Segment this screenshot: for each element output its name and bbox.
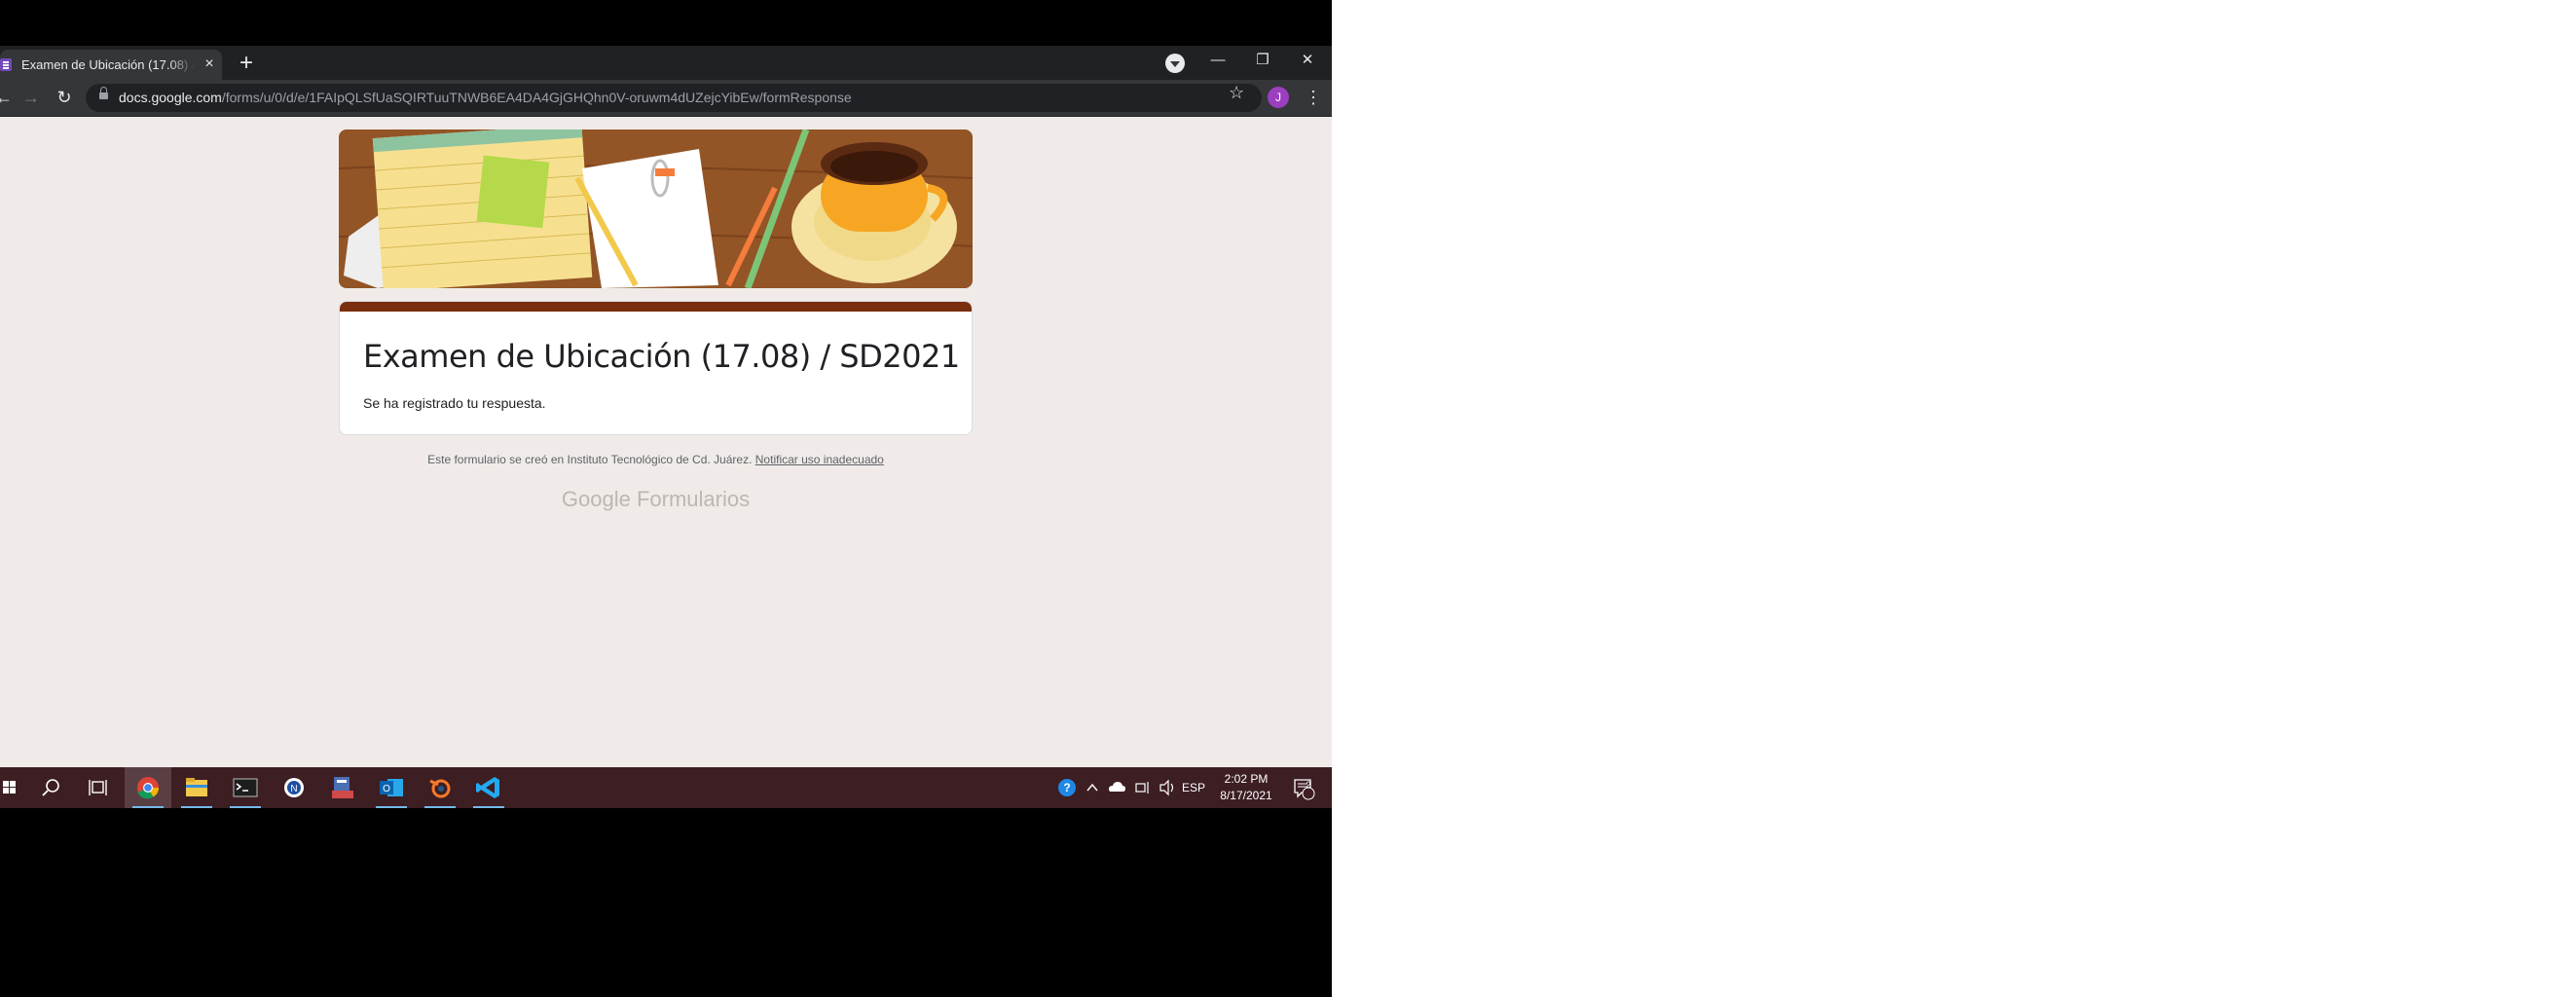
- tab-close-icon[interactable]: ×: [201, 55, 218, 73]
- brand-google: Google: [561, 487, 631, 511]
- back-button[interactable]: ←: [0, 86, 16, 109]
- vscode-icon[interactable]: [465, 767, 512, 808]
- google-forms-favicon-icon: [0, 58, 12, 71]
- notification-center-icon[interactable]: 2: [1289, 767, 1316, 808]
- url-path: /forms/u/0/d/e/1FAIpQLSfUaSQIRTuuTNWB6EA…: [221, 90, 852, 105]
- app-icon[interactable]: N: [271, 767, 317, 808]
- brand-product: Formularios: [636, 487, 751, 511]
- notification-count-badge: 2: [1306, 780, 1311, 790]
- lock-icon[interactable]: [99, 87, 108, 99]
- task-view-icon[interactable]: [74, 767, 121, 808]
- browser-toolbar: ← → ↻ docs.google.com/forms/u/0/d/e/1FAI…: [0, 80, 1332, 117]
- search-icon[interactable]: [27, 767, 74, 808]
- form-title: Examen de Ubicación (17.08) / SD2021: [363, 338, 960, 375]
- input-language-indicator[interactable]: ESP: [1180, 767, 1207, 808]
- url-host: docs.google.com: [119, 90, 222, 105]
- profile-avatar[interactable]: J: [1268, 87, 1289, 108]
- open-indicator: [424, 806, 456, 808]
- show-hidden-icons-chevron-icon[interactable]: [1083, 767, 1102, 808]
- google-forms-logo: Google Formularios: [339, 487, 973, 512]
- form-header-image: [339, 129, 973, 288]
- browser-tab-active[interactable]: Examen de Ubicación (17.08) / SD2021 ×: [0, 50, 222, 80]
- clock-time: 2:02 PM: [1224, 772, 1269, 786]
- svg-text:O: O: [383, 784, 390, 794]
- form-footer: Este formulario se creó en Instituto Tec…: [339, 453, 973, 466]
- document-scanner-icon[interactable]: [319, 767, 366, 808]
- blender-icon[interactable]: [417, 767, 463, 808]
- new-tab-button[interactable]: +: [234, 52, 259, 77]
- terminal-icon[interactable]: [222, 767, 269, 808]
- windows-taskbar: N O ? ESP 2:02 PM 8/17/2021 2: [0, 767, 1332, 808]
- desktop: Examen de Ubicación (17.08) / SD2021 × +…: [0, 0, 1332, 997]
- open-indicator: [376, 806, 407, 808]
- desk-illustration: [339, 129, 973, 288]
- bookmark-star-icon[interactable]: ☆: [1229, 83, 1244, 103]
- reload-button[interactable]: ↻: [53, 86, 76, 109]
- tab-title: Examen de Ubicación (17.08) / SD2021: [21, 57, 195, 72]
- active-indicator: [132, 806, 164, 808]
- svg-text:N: N: [290, 784, 297, 794]
- card-accent-bar: [340, 302, 972, 312]
- forward-button[interactable]: →: [19, 86, 43, 109]
- report-abuse-link[interactable]: Notificar uso inadecuado: [755, 453, 884, 466]
- address-bar[interactable]: docs.google.com/forms/u/0/d/e/1FAIpQLSfU…: [86, 84, 1262, 112]
- volume-icon[interactable]: [1157, 767, 1178, 808]
- tab-strip: Examen de Ubicación (17.08) / SD2021 × +…: [0, 46, 1332, 80]
- svg-text:?: ?: [1063, 781, 1070, 794]
- close-window-button[interactable]: ✕: [1285, 46, 1330, 75]
- file-explorer-icon[interactable]: [173, 767, 220, 808]
- chrome-icon[interactable]: [125, 767, 171, 808]
- open-indicator: [230, 806, 261, 808]
- clock-date: 8/17/2021: [1220, 789, 1272, 802]
- open-indicator: [181, 806, 212, 808]
- open-indicator: [473, 806, 504, 808]
- help-icon[interactable]: ?: [1055, 767, 1079, 808]
- confirmation-card: Examen de Ubicación (17.08) / SD2021 Se …: [339, 301, 973, 435]
- system-clock[interactable]: 2:02 PM 8/17/2021: [1207, 771, 1285, 804]
- minimize-button[interactable]: —: [1196, 46, 1240, 75]
- chrome-window: Examen de Ubicación (17.08) / SD2021 × +…: [0, 46, 1332, 767]
- url-text: docs.google.com/forms/u/0/d/e/1FAIpQLSfU…: [119, 90, 852, 105]
- tab-search-icon[interactable]: [1165, 54, 1185, 73]
- form-page: Examen de Ubicación (17.08) / SD2021 Se …: [0, 117, 1332, 767]
- network-icon[interactable]: [1131, 767, 1153, 808]
- onedrive-cloud-icon[interactable]: [1106, 767, 1127, 808]
- restore-button[interactable]: ❐: [1240, 46, 1285, 75]
- response-message: Se ha registrado tu respuesta.: [363, 395, 546, 411]
- footer-text: Este formulario se creó en Instituto Tec…: [427, 453, 753, 466]
- outlook-icon[interactable]: O: [368, 767, 415, 808]
- browser-menu-icon[interactable]: ⋮: [1305, 86, 1322, 109]
